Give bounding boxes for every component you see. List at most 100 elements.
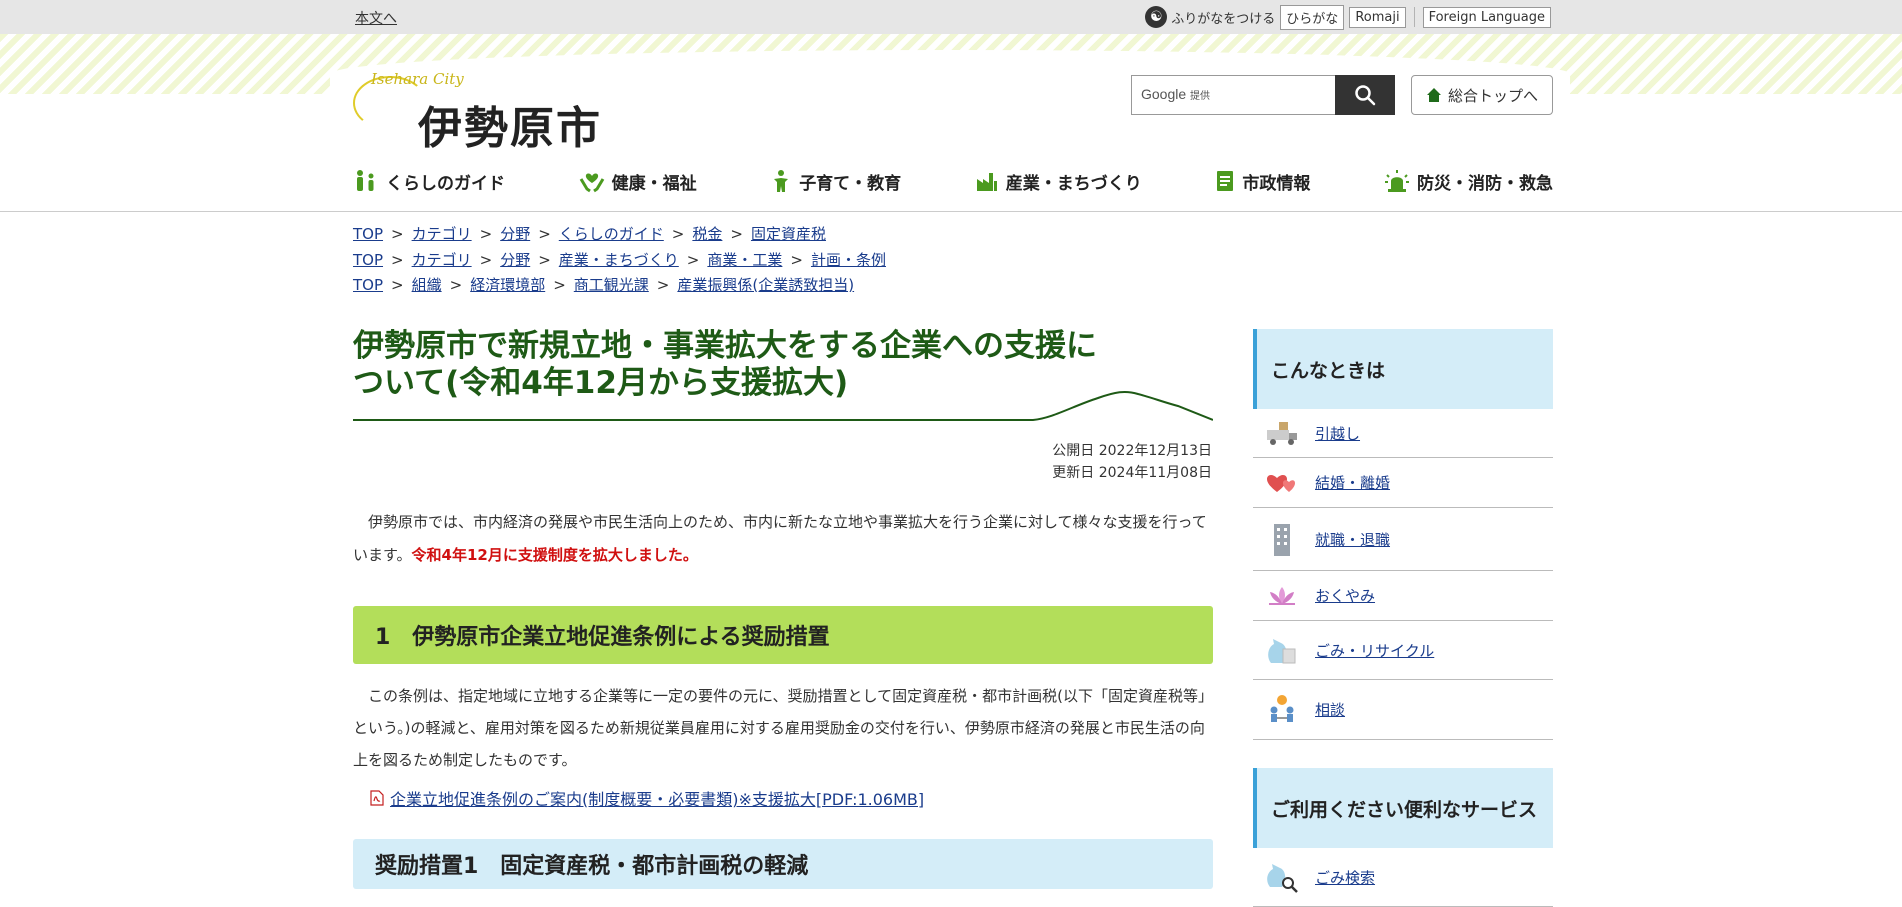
logo-script: Isehara City (371, 70, 464, 88)
breadcrumb-link[interactable]: 分野 (500, 225, 530, 243)
breadcrumb-separator: > (479, 225, 493, 243)
family-icon (357, 170, 374, 191)
sidebar-link[interactable]: 就職・退職 (1315, 529, 1390, 550)
pdf-download: 企業立地促進条例のご案内(制度概要・必要書類)※支援拡大[PDF:1.06MB] (370, 786, 924, 810)
breadcrumb-link[interactable]: 固定資産税 (751, 225, 826, 243)
sidebar-service-list: ごみ検索 (1253, 848, 1553, 907)
nav-label: 健康・福祉 (611, 173, 697, 194)
intro-highlight: 令和4年12月に支援制度を拡大しました。 (411, 546, 698, 564)
nav-item-city-info[interactable]: 市政情報 (1215, 169, 1310, 194)
nav-item-childcare-education[interactable]: 子育て・教育 (770, 169, 901, 194)
intro-text: 伊勢原市では、市内経済の発展や市民生活向上のため、市内に新たな立地や事業拡大を行… (353, 506, 1213, 572)
home-icon (1426, 88, 1441, 102)
romaji-button[interactable]: Romaji (1349, 6, 1406, 28)
nav-divider (0, 211, 1902, 212)
garbage-search-icon (1265, 860, 1299, 894)
sidebar-item-condolences[interactable]: おくやみ (1253, 571, 1553, 621)
sidebar-item-marriage-divorce[interactable]: 結婚・離婚 (1253, 458, 1553, 508)
search-input[interactable] (1132, 76, 1344, 116)
breadcrumb-separator: > (449, 276, 463, 294)
heart-hands-icon (579, 173, 604, 193)
utility-links: ☯ ふりがなをつける ひらがな Romaji Foreign Language (1145, 4, 1551, 30)
skip-to-content-link[interactable]: 本文へ (355, 8, 397, 28)
nav-label: 産業・まちづくり (1005, 173, 1142, 194)
sidebar-heading-services: ご利用ください便利なサービス (1253, 768, 1553, 848)
alarm-light-icon (1384, 170, 1409, 192)
breadcrumb-separator: > (538, 250, 551, 269)
nav-item-health-welfare[interactable]: 健康・福祉 (579, 169, 697, 194)
hiragana-button[interactable]: ひらがな (1280, 4, 1345, 30)
sidebar-link[interactable]: 引越し (1315, 423, 1360, 444)
breadcrumb-separator: > (686, 250, 700, 269)
breadcrumb-link[interactable]: 商工観光課 (574, 276, 649, 294)
breadcrumb-separator: > (479, 250, 493, 269)
accessibility-icon: ☯ (1145, 6, 1168, 28)
section-text: この条例は、指定地域に立地する企業等に一定の要件の元に、奨励措置として固定資産税… (353, 687, 1213, 769)
breadcrumb-link[interactable]: カテゴリ (412, 225, 472, 243)
sidebar-heading-situations: こんなときは (1253, 329, 1553, 409)
breadcrumb-separator: > (656, 276, 670, 294)
publish-dates: 公開日 2022年12月13日 更新日 2024年11月08日 (900, 440, 1212, 484)
sidebar-link[interactable]: ごみ・リサイクル (1315, 640, 1434, 661)
hearts-icon (1265, 466, 1299, 500)
breadcrumb: TOP > 組織 > 経済環境部 > 商工観光課 > 産業振興係(企業誘致担当) (353, 273, 886, 299)
breadcrumb: TOP > カテゴリ > 分野 > 産業・まちづくり > 商業・工業 > 計画・条例 (353, 248, 886, 274)
sidebar-link[interactable]: 相談 (1315, 699, 1345, 720)
breadcrumb-separator: > (391, 276, 404, 294)
pdf-icon (370, 790, 384, 806)
document-icon (1217, 171, 1234, 191)
nav-label: 防災・消防・救急 (1416, 173, 1553, 194)
consultation-icon (1265, 693, 1299, 727)
furigana-toggle[interactable]: ☯ ふりがなをつける (1145, 6, 1275, 28)
breadcrumb-link[interactable]: 組織 (412, 276, 442, 294)
breadcrumb-separator: > (790, 250, 803, 269)
sidebar-link[interactable]: おくやみ (1315, 585, 1375, 606)
sidebar-item-consultation[interactable]: 相談 (1253, 680, 1553, 740)
breadcrumb-link[interactable]: 商業・工業 (707, 251, 782, 269)
factory-icon (976, 173, 997, 191)
main-nav: くらしのガイド 健康・福祉 子育て・教育 産業・まちづくり 市政情報 防災・消防… (353, 162, 1553, 200)
sidebar-link[interactable]: ごみ検索 (1315, 867, 1375, 888)
breadcrumb-link[interactable]: 産業振興係(企業誘致担当) (677, 276, 854, 294)
furigana-label: ふりがなをつける (1171, 11, 1276, 27)
breadcrumb-link[interactable]: 経済環境部 (470, 276, 545, 294)
sidebar-link[interactable]: 結婚・離婚 (1315, 472, 1390, 493)
title-mountain-underline (353, 390, 1213, 421)
breadcrumb-link[interactable]: TOP (353, 251, 383, 269)
sidebar-item-moving[interactable]: 引越し (1253, 409, 1553, 458)
site-logo[interactable]: Isehara City 伊勢原市 (353, 66, 613, 154)
updated-date: 更新日 2024年11月08日 (1052, 465, 1212, 481)
nav-item-industry-town[interactable]: 産業・まちづくり (975, 169, 1142, 194)
foreign-language-button[interactable]: Foreign Language (1422, 6, 1551, 28)
moving-truck-icon (1265, 416, 1299, 450)
pdf-link[interactable]: 企業立地促進条例のご案内(制度概要・必要書類)※支援拡大[PDF:1.06MB] (390, 786, 924, 810)
breadcrumb-link[interactable]: くらしのガイド (559, 225, 664, 243)
breadcrumb-link[interactable]: 産業・まちづくり (559, 251, 679, 269)
nav-label: 市政情報 (1242, 173, 1311, 194)
breadcrumb-link[interactable]: カテゴリ (412, 251, 472, 269)
breadcrumb-separator: > (553, 276, 566, 294)
garbage-bag-icon (1265, 633, 1299, 667)
breadcrumb-separator: > (730, 225, 743, 243)
nav-item-life-guide[interactable]: くらしのガイド (353, 169, 505, 194)
nav-item-disaster-fire-emergency[interactable]: 防災・消防・救急 (1384, 169, 1553, 194)
search-button[interactable] (1335, 75, 1395, 115)
breadcrumb-link[interactable]: 計画・条例 (811, 251, 886, 269)
breadcrumbs: TOP > カテゴリ > 分野 > くらしのガイド > 税金 > 固定資産税 TOP > カテゴリ > 分野… (353, 222, 886, 299)
sidebar-situation-list: 引越し 結婚・離婚 就職・退職 おくやみ ごみ・リサイクル 相談 (1253, 409, 1553, 740)
lotus-icon (1265, 579, 1299, 613)
breadcrumb-link[interactable]: 分野 (500, 251, 530, 269)
utility-bar: 本文へ ☯ ふりがなをつける ひらがな Romaji Foreign Langu… (0, 0, 1902, 34)
home-button[interactable]: 総合トップへ (1411, 75, 1553, 115)
nav-label: くらしのガイド (386, 173, 505, 194)
divider (1413, 7, 1415, 27)
sidebar-item-garbage-search[interactable]: ごみ検索 (1253, 848, 1553, 907)
section-heading: 1 伊勢原市企業立地促進条例による奨励措置 (353, 606, 1213, 664)
sidebar-item-employment-retirement[interactable]: 就職・退職 (1253, 508, 1553, 571)
sidebar-item-garbage-recycling[interactable]: ごみ・リサイクル (1253, 621, 1553, 680)
breadcrumb-link[interactable]: TOP (353, 225, 383, 243)
office-building-icon (1265, 522, 1299, 556)
breadcrumb-link[interactable]: TOP (353, 276, 383, 294)
breadcrumb-link[interactable]: 税金 (692, 225, 722, 243)
breadcrumb-separator: > (538, 225, 551, 243)
